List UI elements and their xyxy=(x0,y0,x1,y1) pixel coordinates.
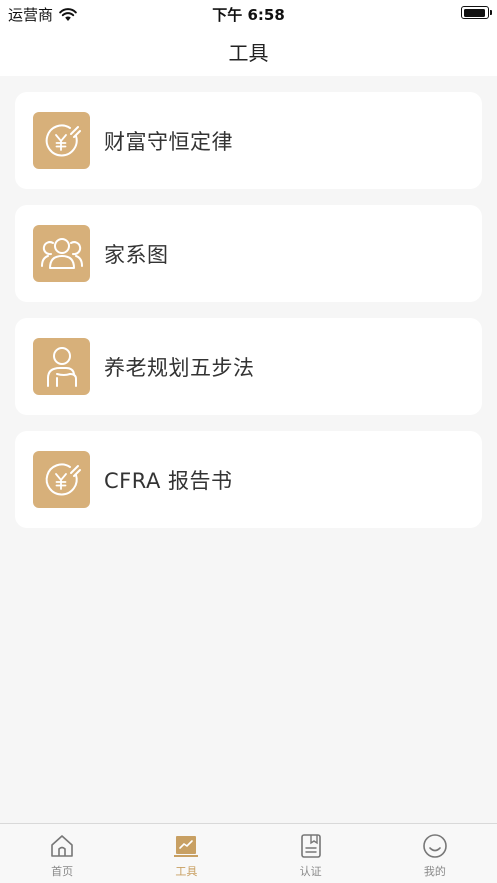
tool-card-retirement-plan[interactable]: 养老规划五步法 xyxy=(15,318,482,415)
tool-list: 财富守恒定律 家系图 养老规划五步法 CFRA 报告书 xyxy=(15,92,482,544)
battery-fill xyxy=(463,8,485,17)
page-title: 工具 xyxy=(228,40,269,65)
yen-coin-icon xyxy=(33,112,90,169)
family-icon xyxy=(33,225,90,282)
tab-label: 我的 xyxy=(423,865,446,878)
status-bar: 运营商 下午 6:58 xyxy=(0,0,497,26)
tab-profile[interactable]: 我的 xyxy=(373,824,497,883)
battery-icon xyxy=(461,6,492,19)
smile-icon xyxy=(423,834,447,858)
document-icon xyxy=(300,834,321,858)
tab-tools[interactable]: 工具 xyxy=(124,824,248,883)
tab-home[interactable]: 首页 xyxy=(0,824,124,883)
nav-bar: 工具 xyxy=(0,26,497,76)
yen-coin-icon xyxy=(33,451,90,508)
status-time: 下午 6:58 xyxy=(212,6,285,24)
tool-card-wealth-conservation[interactable]: 财富守恒定律 xyxy=(15,92,482,189)
screen: 运营商 下午 6:58 工具 财富守恒定律 家系图 养老规划五步法 CFRA 报… xyxy=(0,0,497,883)
elderly-person-icon xyxy=(33,338,90,395)
tab-label: 首页 xyxy=(51,865,74,878)
chart-icon xyxy=(174,836,199,857)
tool-label: CFRA 报告书 xyxy=(104,468,233,493)
tab-label: 认证 xyxy=(299,865,322,878)
tool-card-cfra-report[interactable]: CFRA 报告书 xyxy=(15,431,482,528)
tool-label: 养老规划五步法 xyxy=(104,355,255,380)
tool-card-family-tree[interactable]: 家系图 xyxy=(15,205,482,302)
tab-bar: 首页 工具 认证 我的 xyxy=(0,823,497,883)
home-icon xyxy=(51,835,73,857)
tool-label: 财富守恒定律 xyxy=(104,129,233,154)
tab-certification[interactable]: 认证 xyxy=(249,824,373,883)
tool-label: 家系图 xyxy=(104,242,169,267)
tab-label: 工具 xyxy=(175,865,198,878)
